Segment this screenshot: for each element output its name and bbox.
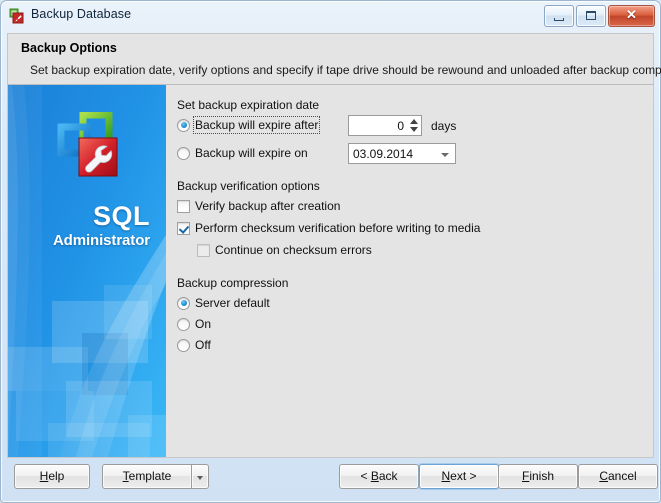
- finish-button[interactable]: Finish: [498, 464, 578, 489]
- compression-group-label: Backup compression: [177, 276, 289, 290]
- maximize-button[interactable]: [576, 5, 606, 27]
- help-button[interactable]: Help: [14, 464, 90, 489]
- back-button-label: ack: [378, 469, 398, 483]
- spinner-down-icon[interactable]: [410, 127, 418, 132]
- radio-expire-after-label: Backup will expire after: [192, 116, 321, 134]
- radio-compression-on[interactable]: On: [177, 317, 211, 331]
- next-button-label: ext >: [450, 469, 477, 483]
- database-backup-icon: [9, 8, 25, 24]
- page-header: Backup Options Set backup expiration dat…: [7, 33, 661, 85]
- checkbox-continue-on-errors[interactable]: Continue on checksum errors: [197, 243, 372, 257]
- template-button[interactable]: Template: [102, 464, 192, 489]
- radio-compression-server-default[interactable]: Server default: [177, 296, 270, 310]
- checkbox-checksum-verification-label: Perform checksum verification before wri…: [195, 221, 481, 235]
- brand-name-primary: SQL: [92, 201, 150, 231]
- page-title: Backup Options: [21, 41, 117, 55]
- checkbox-verify-after-creation[interactable]: Verify backup after creation: [177, 199, 340, 213]
- brand-name-secondary: Administrator: [52, 232, 150, 249]
- radio-compression-server-default-indicator: [177, 296, 190, 310]
- cancel-button[interactable]: Cancel: [578, 464, 658, 489]
- finish-button-label: inish: [529, 469, 555, 483]
- window-title: Backup Database: [31, 7, 132, 21]
- expiration-group-label: Set backup expiration date: [177, 98, 320, 112]
- checkbox-continue-on-errors-label: Continue on checksum errors: [215, 243, 372, 257]
- radio-compression-on-label: On: [195, 317, 212, 331]
- template-button-label: emplate: [128, 469, 172, 483]
- dialog-footer: Help Template < Back Next > Finish Cance…: [7, 458, 658, 496]
- radio-expire-on-indicator: [177, 146, 190, 160]
- radio-compression-on-indicator: [177, 317, 190, 331]
- radio-compression-server-default-label: Server default: [195, 296, 270, 310]
- checkbox-checksum-verification-indicator: [177, 221, 190, 235]
- radio-compression-off-indicator: [177, 338, 190, 352]
- close-icon: ✕: [626, 7, 637, 22]
- radio-expire-on-label: Backup will expire on: [195, 146, 308, 160]
- minimize-button[interactable]: [544, 5, 574, 27]
- options-form: Set backup expiration date Backup will e…: [166, 85, 653, 457]
- radio-expire-after-indicator: [177, 118, 190, 132]
- title-bar: Backup Database ✕: [1, 1, 660, 31]
- expire-days-spinner[interactable]: 0: [348, 115, 422, 136]
- expire-date-value: 03.09.2014: [353, 147, 414, 161]
- expire-date-field[interactable]: 03.09.2014: [348, 143, 456, 164]
- window-controls: ✕: [544, 5, 655, 27]
- minimize-icon: [554, 18, 564, 21]
- radio-compression-off[interactable]: Off: [177, 338, 211, 352]
- radio-expire-after[interactable]: Backup will expire after: [177, 116, 321, 134]
- spinner-up-icon[interactable]: [410, 119, 418, 124]
- chevron-down-icon[interactable]: [441, 153, 449, 157]
- sql-administrator-logo: [55, 112, 125, 184]
- content-panel: SQL Administrator Set backup expiration …: [7, 85, 654, 458]
- spinner-arrows[interactable]: [410, 118, 419, 133]
- checkbox-checksum-verification[interactable]: Perform checksum verification before wri…: [177, 221, 480, 235]
- help-button-label: elp: [48, 469, 65, 483]
- template-dropdown-button[interactable]: [192, 464, 209, 489]
- next-button[interactable]: Next >: [419, 464, 499, 489]
- branding-sidebar: SQL Administrator: [8, 85, 166, 457]
- cancel-button-label: ancel: [607, 469, 637, 483]
- checkbox-verify-after-creation-label: Verify backup after creation: [195, 199, 341, 213]
- close-button[interactable]: ✕: [608, 5, 655, 27]
- maximize-icon: [586, 11, 596, 20]
- checkbox-continue-on-errors-indicator: [197, 243, 210, 257]
- page-description: Set backup expiration date, verify optio…: [30, 63, 661, 77]
- expire-days-value: 0: [397, 119, 404, 133]
- backup-database-dialog: Backup Database ✕ Backup Options Set bac…: [0, 0, 661, 503]
- radio-compression-off-label: Off: [195, 338, 211, 352]
- verification-group-label: Backup verification options: [177, 179, 320, 193]
- checkbox-verify-after-creation-indicator: [177, 199, 190, 213]
- days-unit-label: days: [431, 119, 457, 133]
- radio-expire-on[interactable]: Backup will expire on: [177, 146, 308, 160]
- back-button[interactable]: < Back: [339, 464, 419, 489]
